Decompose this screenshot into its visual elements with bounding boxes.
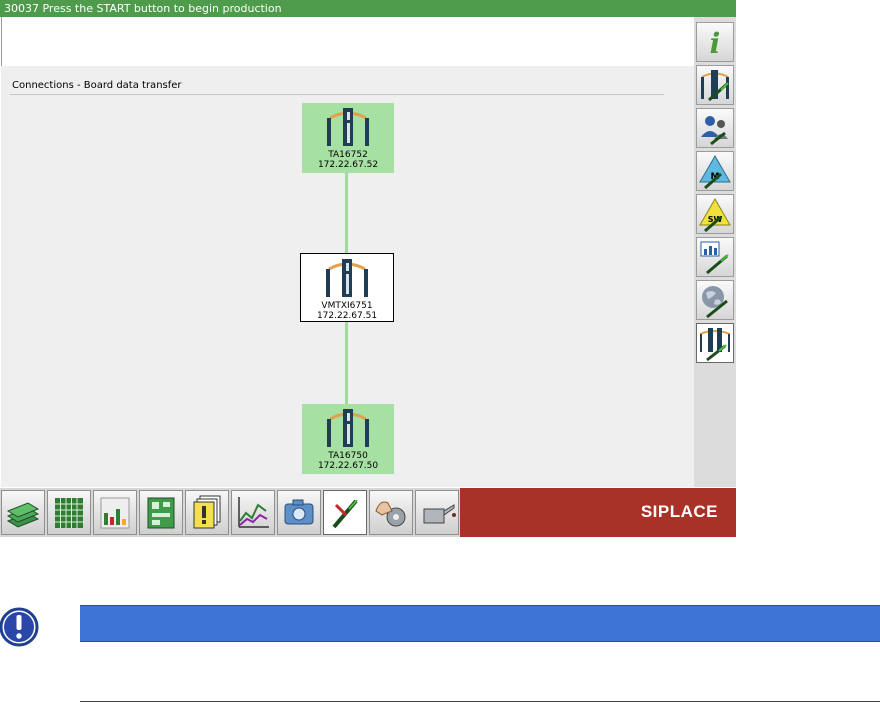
bar-levels-icon — [100, 497, 130, 529]
maintenance-warning-icon: M — [699, 154, 731, 190]
line-connections-button[interactable] — [696, 323, 734, 363]
hand-gear-icon — [375, 501, 406, 527]
bottom-toolbar — [0, 488, 460, 537]
users-button[interactable] — [696, 108, 734, 148]
machine-service-button[interactable] — [696, 65, 734, 105]
camera-icon — [284, 499, 314, 525]
connection-line-upper — [345, 173, 348, 253]
oil-can-button[interactable] — [415, 490, 459, 535]
machine-node-downstream[interactable]: TA16750 172.22.67.50 — [302, 404, 394, 474]
boards-stack-icon — [6, 502, 40, 528]
boards-button[interactable] — [1, 490, 45, 535]
info-icon: i — [710, 27, 721, 60]
software-warning-icon: SW — [699, 197, 731, 233]
brand-logo: SIPLACE — [640, 502, 718, 521]
software-button[interactable]: SW — [696, 194, 734, 234]
node-name: TA16750 — [328, 451, 368, 461]
grid-table-button[interactable] — [47, 490, 91, 535]
important-notice-icon — [0, 607, 39, 647]
users-icon — [701, 116, 728, 146]
notice-header-bar — [80, 605, 880, 642]
documents-warning-icon — [193, 495, 221, 529]
section-title: Connections - Board data transfer — [12, 80, 182, 91]
statistics-service-button[interactable] — [696, 237, 734, 277]
node-ip: 172.22.67.50 — [317, 461, 379, 471]
statistics-service-icon — [700, 241, 729, 275]
svg-text:i: i — [710, 27, 721, 60]
documents-button[interactable] — [185, 490, 229, 535]
line-chart-button[interactable] — [231, 490, 275, 535]
line-connections-icon — [699, 328, 731, 362]
machine-service-icon — [701, 70, 729, 102]
node-name: TA16752 — [328, 150, 368, 160]
placement-machine-icon — [327, 409, 369, 447]
machine-node-upstream[interactable]: TA16752 172.22.67.52 — [302, 103, 394, 173]
info-button[interactable]: i — [696, 22, 734, 62]
siplace-screen: 30037 Press the START button to begin pr… — [0, 0, 736, 537]
maintenance-button[interactable]: M — [696, 151, 734, 191]
pcb-layout-icon — [147, 497, 175, 529]
right-toolbar: i M SW — [694, 17, 736, 487]
node-ip: 172.22.67.51 — [316, 311, 378, 321]
status-message-bar: 30037 Press the START button to begin pr… — [0, 0, 736, 17]
connection-line-lower — [345, 322, 348, 404]
oil-can-icon — [423, 504, 456, 524]
grid-table-icon — [55, 498, 83, 528]
placement-machine-icon — [326, 259, 368, 297]
pcb-layout-button[interactable] — [139, 490, 183, 535]
network-globe-icon — [702, 286, 728, 319]
service-tools-icon — [332, 499, 358, 529]
node-ip: 172.22.67.52 — [317, 160, 379, 170]
bar-levels-button[interactable] — [93, 490, 137, 535]
placement-machine-icon — [327, 108, 369, 146]
node-name: VMTXI6751 — [321, 301, 373, 311]
service-tools-button[interactable] — [323, 490, 367, 535]
machine-node-current[interactable]: VMTXI6751 172.22.67.51 — [300, 253, 394, 322]
network-button[interactable] — [696, 280, 734, 320]
status-message: 30037 Press the START button to begin pr… — [4, 2, 282, 15]
section-divider — [10, 94, 664, 95]
line-chart-icon — [238, 497, 269, 528]
brand-panel: SIPLACE — [460, 488, 736, 537]
camera-button[interactable] — [277, 490, 321, 535]
hand-gear-button[interactable] — [369, 490, 413, 535]
